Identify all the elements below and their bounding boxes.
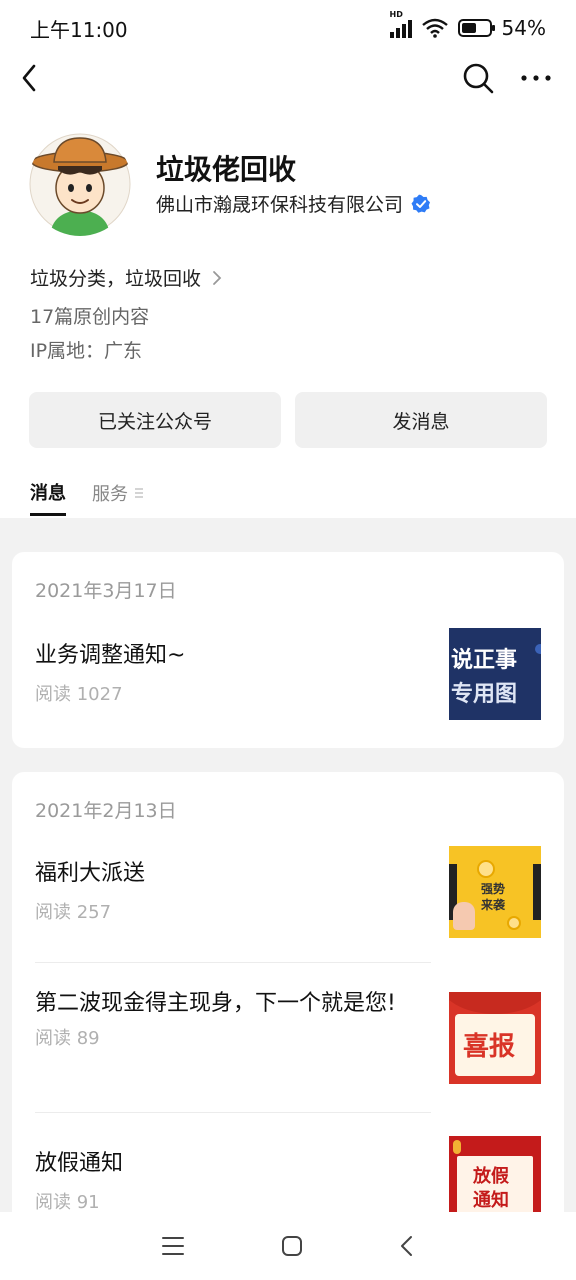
back-nav-icon[interactable] [399,1235,415,1257]
message-card: 2021年3月17日 业务调整通知~ 阅读 1027 说正事 专用图 [12,552,564,748]
account-description[interactable]: 垃圾分类，垃圾回收 [30,264,223,291]
article-title: 第二波现金得主现身，下一个就是您! [35,991,396,1016]
more-icon[interactable] [518,60,554,96]
tab-services[interactable]: 服务 [92,470,144,516]
battery-percent: 54% [501,16,546,40]
account-name: 垃圾佬回收 [156,153,297,186]
tab-messages[interactable]: 消息 [30,470,66,516]
status-bar: 上午11:00 HD 54% [0,0,576,56]
ip-location: IP属地：广东 [30,340,143,362]
article-title: 放假通知 [35,1151,124,1176]
article-thumbnail: 喜报 [449,992,541,1084]
card-date: 2021年3月17日 [35,580,177,602]
search-icon[interactable] [460,60,496,96]
description-text: 垃圾分类，垃圾回收 [30,268,202,290]
signal-icon: HD [389,10,412,38]
send-message-button[interactable]: 发消息 [295,392,547,448]
profile-header: 垃圾佬回收 佛山市瀚晟环保科技有限公司 [28,130,548,240]
article-title: 业务调整通知~ [35,643,186,668]
chevron-right-icon [213,270,222,285]
article-item[interactable]: 第二波现金得主现身，下一个就是您! 阅读 89 喜报 [35,991,541,1084]
article-item[interactable]: 业务调整通知~ 阅读 1027 说正事 专用图 [35,628,541,720]
thumbnail-text: 放假 [473,1166,509,1187]
tab-messages-label: 消息 [30,482,66,504]
message-card: 2021年2月13日 福利大派送 阅读 257 强势 来袭 第二波现金得主现身，… [12,772,564,1212]
article-item[interactable]: 福利大派送 阅读 257 强势 来袭 [35,846,541,938]
thumbnail-text: 通知 [473,1190,509,1211]
thumbnail-text: 喜报 [463,1032,516,1062]
system-nav-bar [0,1212,576,1280]
card-date: 2021年2月13日 [35,800,177,822]
message-feed[interactable]: 2021年3月17日 业务调整通知~ 阅读 1027 说正事 专用图 2021年… [0,518,576,1212]
verified-icon [411,194,431,213]
menu-icon[interactable] [161,1235,185,1257]
wifi-icon [421,18,448,38]
tab-bar: 消息 服务 [30,470,144,518]
original-count[interactable]: 17篇原创内容 [30,302,149,329]
battery-icon [457,19,495,37]
thumbnail-text: 专用图 [451,682,518,707]
avatar-illustration [28,132,132,236]
article-item[interactable]: 放假通知 阅读 91 放假 通知 [35,1136,541,1212]
avatar[interactable] [28,132,132,236]
status-time: 上午11:00 [30,17,128,42]
divider [35,962,431,963]
company-name: 佛山市瀚晟环保科技有限公司 [156,194,404,216]
hd-label: HD [389,10,403,19]
article-thumbnail: 强势 来袭 [449,846,541,938]
status-icons: HD 54% [389,10,546,40]
company-row[interactable]: 佛山市瀚晟环保科技有限公司 [156,190,431,217]
thumbnail-text: 来袭 [481,898,506,912]
back-icon[interactable] [14,60,50,96]
thumbnail-text: 说正事 [451,648,518,673]
followed-button[interactable]: 已关注公众号 [29,392,281,448]
menu-icon [135,488,143,498]
article-title: 福利大派送 [35,861,146,886]
divider [35,1112,431,1113]
tab-services-label: 服务 [92,484,128,505]
top-nav [0,56,576,100]
article-thumbnail: 放假 通知 [449,1136,541,1212]
article-thumbnail: 说正事 专用图 [449,628,541,720]
home-icon[interactable] [281,1235,303,1257]
thumbnail-text: 强势 [481,882,506,896]
